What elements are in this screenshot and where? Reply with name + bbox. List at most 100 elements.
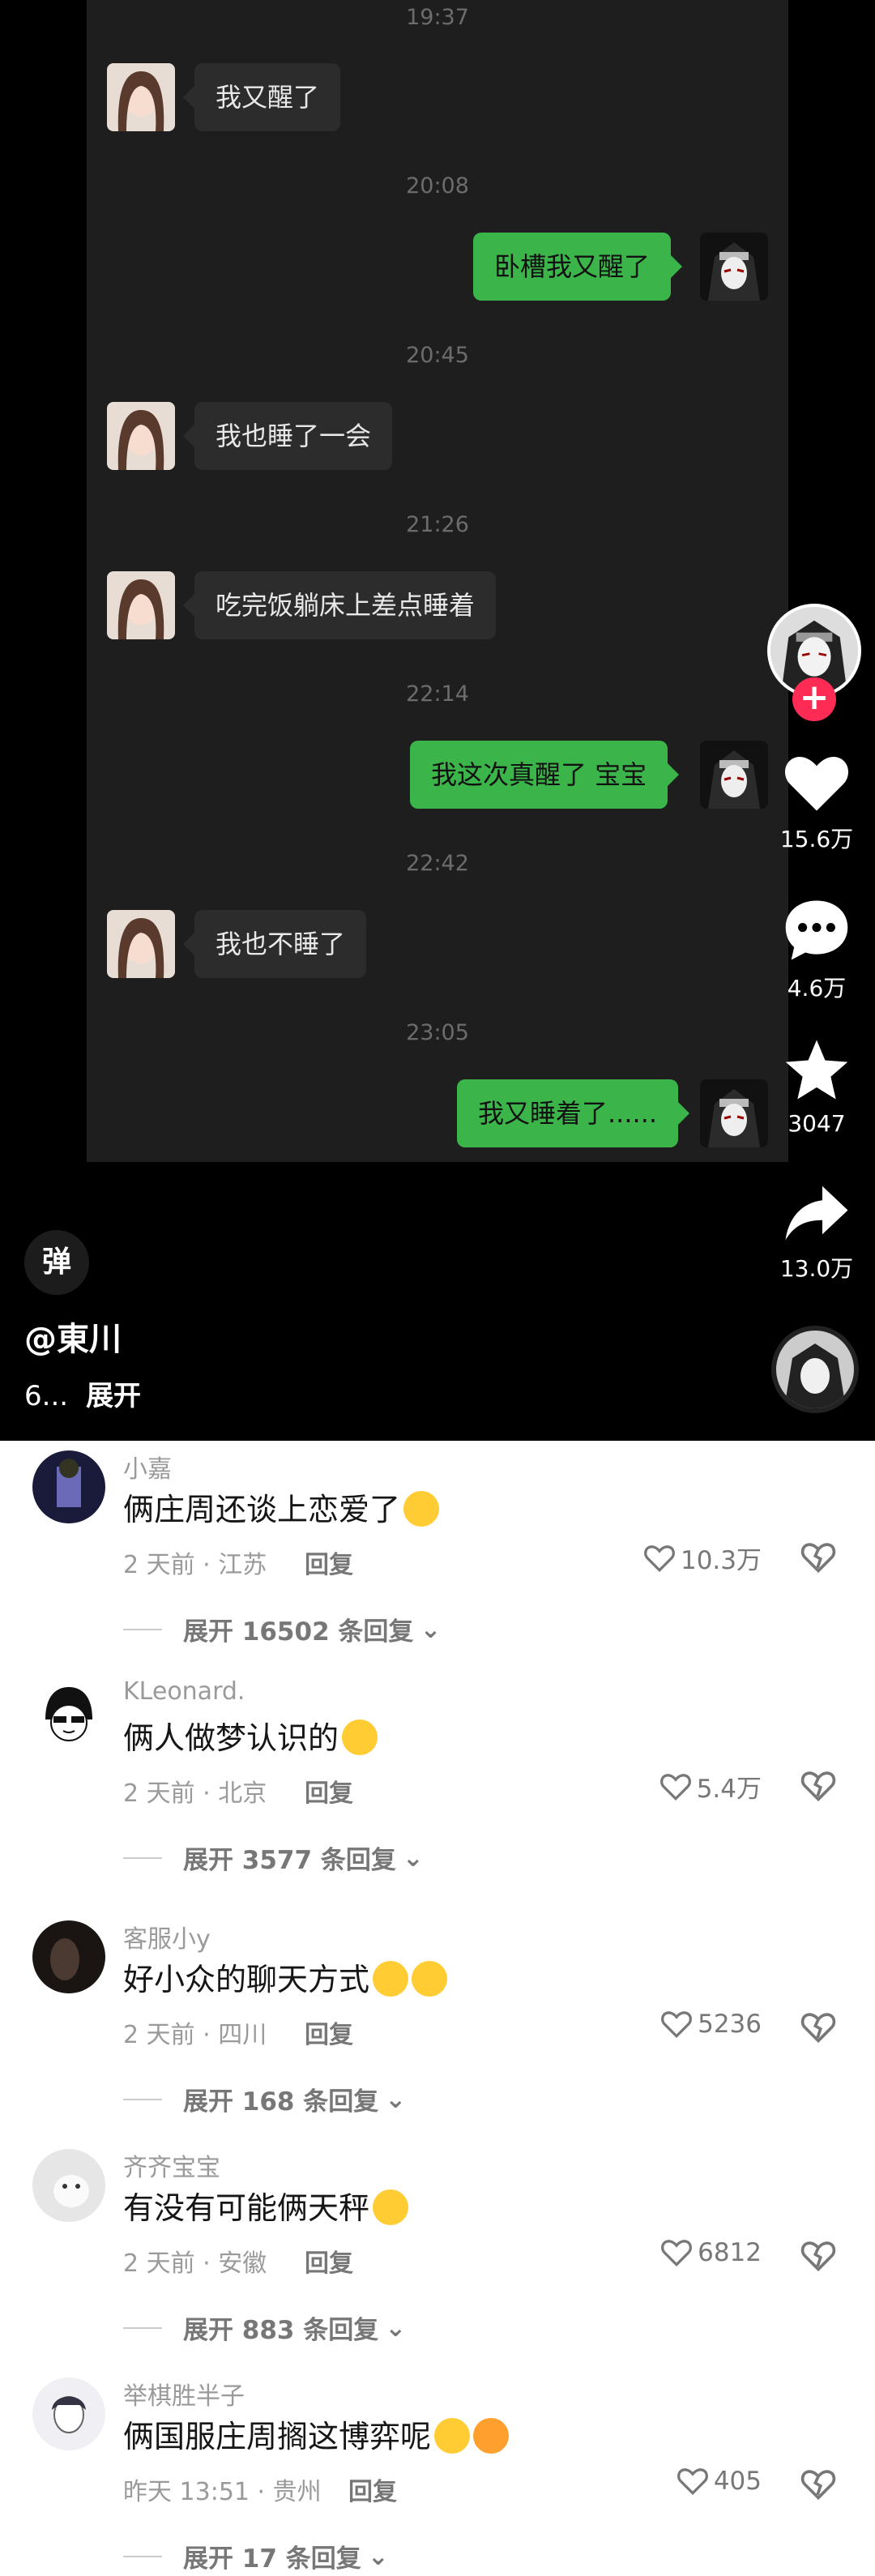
dislike-heart-icon[interactable]	[800, 2467, 836, 2502]
chevron-down-icon: ⌄	[367, 2541, 389, 2571]
follow-button[interactable]: +	[792, 677, 836, 721]
rofl-emoji	[403, 1491, 440, 1527]
expand-replies-button[interactable]: 展开 17 条回复 ⌄	[123, 2538, 389, 2574]
reply-button[interactable]: 回复	[305, 2243, 353, 2279]
comment-like-count: 6812	[698, 2238, 762, 2267]
comment-like-count: 5.4万	[696, 1775, 762, 1804]
heart-outline-icon	[661, 2011, 693, 2039]
chat-timestamp: 19:37	[406, 5, 469, 30]
expand-replies-label: 展开 3577 条回复	[183, 1846, 396, 1875]
reply-button[interactable]: 回复	[305, 2014, 353, 2050]
anime-avatar	[700, 233, 768, 301]
anime-avatar	[700, 741, 768, 809]
video-player[interactable]: 19:37 20:08 20:45 21:26 22:14 22:42 23:0…	[0, 0, 875, 1441]
reply-button[interactable]: 回复	[305, 1544, 353, 1580]
share-button[interactable]: 13.0万	[768, 1183, 865, 1284]
comment-like-button[interactable]: 6812	[632, 2238, 762, 2267]
party-emoji	[373, 2189, 409, 2225]
reply-button[interactable]: 回复	[305, 1773, 353, 1809]
dislike-heart-icon[interactable]	[800, 2238, 836, 2274]
dislike-heart-icon[interactable]	[800, 2010, 836, 2045]
reply-button[interactable]: 回复	[348, 2471, 397, 2507]
comment-like-count: 5236	[698, 2010, 762, 2039]
divider-line	[123, 1628, 162, 1630]
commenter-name[interactable]: 小嘉	[123, 1449, 172, 1485]
commenter-avatar[interactable]	[32, 1920, 105, 1993]
expand-replies-label: 展开 168 条回复	[183, 2087, 379, 2117]
expand-replies-button[interactable]: 展开 168 条回复 ⌄	[123, 2081, 406, 2117]
message-bubble-incoming: 我也不睡了	[182, 910, 367, 978]
favorite-button[interactable]: 3047	[768, 1037, 865, 1137]
message-bubble-outgoing: 我又睡着了......	[457, 1079, 690, 1147]
chevron-down-icon: ⌄	[402, 1843, 424, 1873]
chat-timestamp: 22:42	[406, 851, 469, 876]
share-count: 13.0万	[779, 1255, 854, 1282]
chevron-down-icon: ⌄	[420, 1614, 442, 1644]
comment-like-button[interactable]: 10.3万	[632, 1540, 762, 1576]
danmu-toggle-button[interactable]: 弹	[24, 1230, 89, 1295]
message-bubble-outgoing: 我这次真醒了 宝宝	[410, 741, 680, 809]
comment-text: 好小众的聊天方式	[123, 1954, 448, 1999]
like-count: 15.6万	[779, 826, 854, 852]
divider-line	[123, 2326, 162, 2329]
heart-outline-icon	[661, 2240, 693, 2267]
message-bubble-outgoing: 卧槽我又醒了	[473, 233, 683, 301]
girl-avatar	[107, 910, 175, 978]
commenter-name[interactable]: KLeonard.	[123, 1677, 245, 1706]
comment-button[interactable]: 4.6万	[768, 898, 865, 1003]
dislike-heart-icon[interactable]	[800, 1768, 836, 1804]
star-icon	[785, 1040, 848, 1100]
author-name[interactable]: @東川	[24, 1313, 122, 1360]
commenter-avatar[interactable]	[32, 2149, 105, 2222]
comment-like-button[interactable]: 5.4万	[632, 1768, 762, 1805]
commenter-name[interactable]: 客服小y	[123, 1919, 211, 1954]
divider-line	[123, 2098, 162, 2100]
rofl-clap-emoji	[434, 2418, 471, 2454]
expand-description-link[interactable]: 展开	[86, 1380, 141, 1412]
dislike-heart-icon[interactable]	[800, 1540, 836, 1575]
expand-replies-button[interactable]: 展开 3577 条回复 ⌄	[123, 1839, 424, 1876]
ok-hand-emoji	[412, 1961, 448, 1997]
music-disc-icon[interactable]	[771, 1326, 859, 1413]
comment-time-location: 2 天前 · 安徽	[123, 2249, 267, 2278]
commenter-name[interactable]: 齐齐宝宝	[123, 2147, 220, 2183]
divider-line	[123, 2555, 162, 2557]
message-bubble-incoming: 吃完饭躺床上差点睡着	[182, 571, 497, 639]
expand-replies-button[interactable]: 展开 16502 条回复 ⌄	[123, 1611, 441, 1647]
comment-like-button[interactable]: 405	[632, 2467, 762, 2496]
expand-replies-label: 展开 883 条回复	[183, 2316, 379, 2345]
divider-line	[123, 1856, 162, 1859]
description-text: 6...	[24, 1380, 69, 1412]
girl-avatar	[107, 63, 175, 131]
expand-replies-label: 展开 16502 条回复	[183, 1617, 414, 1647]
like-button[interactable]: 15.6万	[768, 752, 865, 854]
heart-outline-icon	[644, 1544, 675, 1572]
expand-replies-label: 展开 17 条回复	[183, 2544, 361, 2574]
comment-like-button[interactable]: 5236	[632, 2010, 762, 2039]
heart-icon	[784, 756, 849, 811]
comment-text: 俩国服庄周搁这博弈呢	[123, 2412, 510, 2456]
chevron-down-icon: ⌄	[385, 2313, 407, 2343]
comment-time-location: 2 天前 · 北京	[123, 1779, 267, 1808]
chat-timestamp: 20:45	[406, 343, 469, 368]
comment-like-count: 10.3万	[680, 1546, 762, 1575]
comment-time-location: 2 天前 · 江苏	[123, 1551, 267, 1579]
expand-replies-button[interactable]: 展开 883 条回复 ⌄	[123, 2309, 406, 2346]
comment-text-content: 有没有可能俩天秤	[123, 2190, 370, 2226]
comment-time-location: 2 天前 · 四川	[123, 2021, 267, 2049]
chat-timestamp: 23:05	[406, 1020, 469, 1045]
comment-count: 4.6万	[787, 975, 847, 1002]
commenter-avatar[interactable]	[32, 1450, 105, 1523]
plus-icon: +	[799, 677, 830, 718]
commenter-avatar[interactable]	[32, 1679, 105, 1752]
commenter-avatar[interactable]	[32, 2377, 105, 2450]
girl-avatar	[107, 402, 175, 470]
heart-outline-icon	[677, 2468, 708, 2496]
message-bubble-incoming: 我也睡了一会	[182, 402, 393, 470]
comment-list[interactable]: 小嘉 俩庄周还谈上恋爱了 2 天前 · 江苏 回复 10.3万 展开 16502…	[0, 1441, 875, 2576]
anime-avatar	[700, 1079, 768, 1147]
thinking-emoji	[342, 1719, 378, 1755]
clap-emoji	[473, 2418, 510, 2454]
commenter-name[interactable]: 举棋胜半子	[123, 2376, 245, 2412]
chat-timestamp: 20:08	[406, 173, 469, 199]
